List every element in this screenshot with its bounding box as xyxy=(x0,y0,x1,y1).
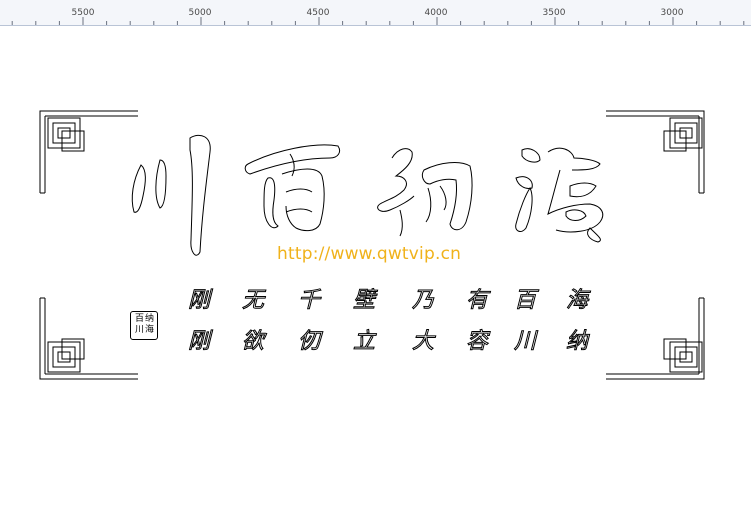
url-watermark: http://www.qwtvip.cn xyxy=(277,244,462,264)
poem-char[interactable]: 大 xyxy=(411,330,434,353)
ruler-label: 3500 xyxy=(542,8,566,18)
poem-char[interactable]: 壁 xyxy=(352,289,375,312)
ruler-ticks xyxy=(11,17,745,25)
ruler-label: 3000 xyxy=(660,8,684,18)
ruler-label: 4000 xyxy=(424,8,448,18)
calligraphy-char-bai[interactable] xyxy=(244,144,341,232)
seal-char: 纳 xyxy=(145,314,155,324)
seal-box[interactable]: 百 纳 川 海 xyxy=(130,311,158,340)
drawing-canvas[interactable] xyxy=(0,26,751,511)
poem-char[interactable]: 千 xyxy=(297,289,320,312)
seal-char: 百 xyxy=(135,314,145,324)
poem-char[interactable]: 仞 xyxy=(297,330,320,353)
poem-char[interactable]: 有 xyxy=(465,289,488,312)
corner-ornament-bottom-right[interactable] xyxy=(606,297,705,380)
poem-char[interactable]: 立 xyxy=(352,330,375,353)
poem-char[interactable]: 刚 xyxy=(187,330,210,353)
poem-char[interactable]: 欲 xyxy=(241,330,264,353)
corner-ornament-bottom-left[interactable] xyxy=(39,297,138,380)
calligraphy-char-na[interactable] xyxy=(377,148,473,237)
ruler-label: 5500 xyxy=(71,8,95,18)
ruler-label: 5000 xyxy=(188,8,212,18)
poem-char[interactable]: 乃 xyxy=(411,289,434,312)
corner-ornament-top-right[interactable] xyxy=(606,110,705,194)
poem-char[interactable]: 川 xyxy=(513,330,536,353)
poem-char[interactable]: 刚 xyxy=(187,289,210,312)
seal-char: 川 xyxy=(135,325,145,335)
seal-char: 海 xyxy=(145,325,155,335)
corner-ornament-top-left[interactable] xyxy=(39,110,138,194)
poem-char[interactable]: 无 xyxy=(241,289,264,312)
ruler-label: 4500 xyxy=(306,8,330,18)
poem-char[interactable]: 容 xyxy=(465,330,488,353)
poem-char[interactable]: 海 xyxy=(565,289,588,312)
horizontal-ruler[interactable]: 5500 5000 4500 4000 3500 3000 xyxy=(0,0,751,26)
calligraphy-char-chuan[interactable] xyxy=(131,134,211,256)
calligraphy-char-hai[interactable] xyxy=(515,147,604,243)
poem-char[interactable]: 百 xyxy=(513,289,536,312)
poem-char[interactable]: 纳 xyxy=(565,330,588,353)
